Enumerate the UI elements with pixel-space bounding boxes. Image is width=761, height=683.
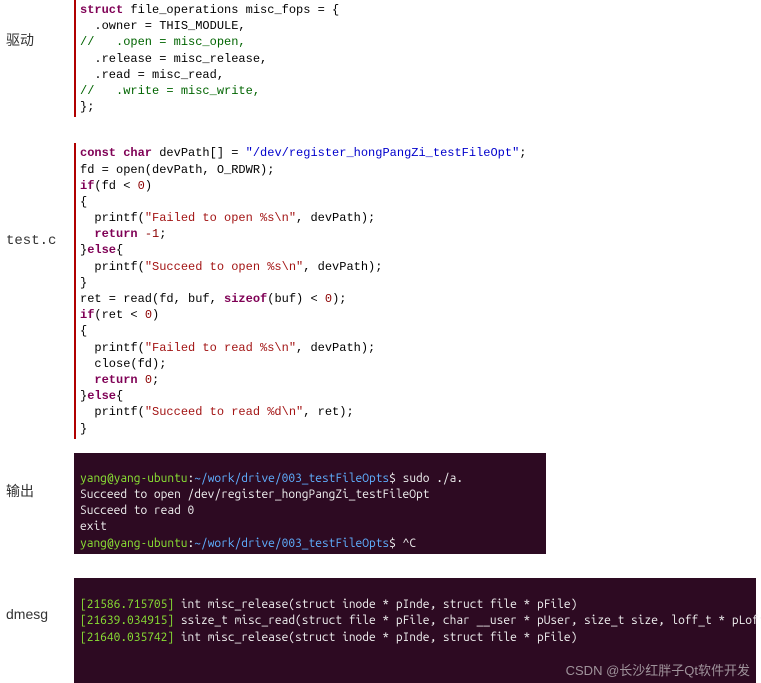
driver-section: 驱动 struct file_operations misc_fops = { …	[0, 0, 761, 117]
label-output: 输出	[0, 453, 74, 501]
label-testc: test.c	[0, 143, 74, 249]
testc-code: const char devPath[] = "/dev/register_ho…	[74, 143, 527, 438]
label-driver: 驱动	[0, 0, 74, 50]
dmesg-section: dmesg [21586.715705] int misc_release(st…	[0, 578, 761, 683]
watermark-text: CSDN @长沙红胖子Qt软件开发	[566, 662, 750, 680]
kw-struct: struct	[80, 3, 123, 17]
driver-code: struct file_operations misc_fops = { .ow…	[74, 0, 339, 117]
testc-section: test.c const char devPath[] = "/dev/regi…	[0, 143, 761, 438]
label-dmesg: dmesg	[0, 578, 74, 622]
dmesg-output: [21586.715705] int misc_release(struct i…	[74, 578, 756, 683]
terminal-output: yang@yang-ubuntu:~/work/drive/003_testFi…	[74, 453, 546, 554]
output-section: 输出 yang@yang-ubuntu:~/work/drive/003_tes…	[0, 453, 761, 554]
